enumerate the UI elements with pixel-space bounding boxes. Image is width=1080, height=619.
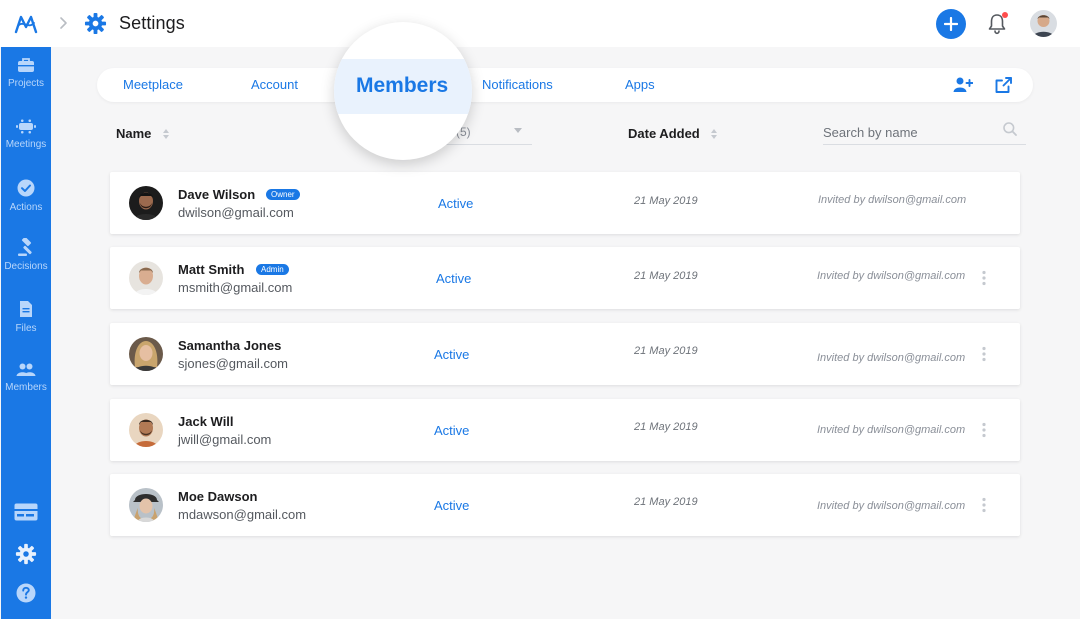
add-member-icon[interactable] bbox=[953, 76, 973, 94]
member-invited-by: Invited by dwilson@gmail.com bbox=[817, 500, 966, 512]
sidebar: Projects Meetings Actions Decisions File… bbox=[1, 47, 51, 619]
member-date-added: 21 May 2019 bbox=[634, 270, 698, 282]
member-invited-by: Invited by dwilson@gmail.com bbox=[817, 352, 966, 364]
page-title: Settings bbox=[119, 13, 185, 33]
avatar bbox=[129, 261, 163, 295]
file-icon bbox=[20, 301, 32, 317]
app-logo-icon[interactable] bbox=[14, 12, 38, 36]
tab-members-magnifier[interactable]: Members bbox=[334, 22, 472, 160]
add-button[interactable] bbox=[936, 9, 966, 39]
member-invited-by: Invited by dwilson@gmail.com bbox=[817, 424, 966, 436]
member-status[interactable]: Active bbox=[434, 347, 469, 362]
member-status[interactable]: Active bbox=[438, 196, 473, 211]
member-name: Samantha Jones bbox=[178, 338, 282, 353]
member-email: jwill@gmail.com bbox=[178, 432, 272, 447]
sidebar-item-label: Projects bbox=[7, 78, 45, 89]
member-row[interactable]: Jack Will jwill@gmail.com Active 21 May … bbox=[110, 399, 1020, 461]
top-bar: Settings bbox=[0, 0, 1080, 47]
member-row[interactable]: Dave Wilson Owner dwilson@gmail.com Acti… bbox=[110, 172, 1020, 234]
member-name: Dave Wilson bbox=[178, 187, 256, 202]
member-email: dwilson@gmail.com bbox=[178, 205, 294, 220]
sidebar-item-members[interactable]: Members bbox=[1, 363, 51, 393]
member-email: sjones@gmail.com bbox=[178, 356, 289, 371]
sidebar-settings-button[interactable] bbox=[1, 543, 51, 565]
sidebar-item-label: Meetings bbox=[5, 139, 47, 150]
tab-account[interactable]: Account bbox=[251, 77, 298, 92]
role-badge: Owner bbox=[266, 189, 300, 200]
sidebar-item-projects[interactable]: Projects bbox=[1, 57, 51, 89]
tab-members[interactable]: Members bbox=[356, 74, 448, 98]
member-status[interactable]: Active bbox=[436, 271, 471, 286]
caret-down-icon bbox=[514, 128, 522, 133]
member-email: mdawson@gmail.com bbox=[178, 507, 307, 522]
sidebar-item-label: Members bbox=[5, 382, 47, 393]
member-status[interactable]: Active bbox=[434, 498, 469, 513]
sidebar-help-button[interactable] bbox=[1, 583, 51, 603]
tab-notifications[interactable]: Notifications bbox=[482, 77, 553, 92]
avatar bbox=[129, 488, 163, 522]
user-avatar[interactable] bbox=[1030, 10, 1057, 37]
member-name: Jack Will bbox=[178, 414, 234, 429]
avatar bbox=[129, 186, 163, 220]
member-invited-by: Invited by dwilson@gmail.com bbox=[817, 270, 966, 282]
member-date-added: 21 May 2019 bbox=[634, 496, 698, 508]
gear-icon bbox=[15, 543, 37, 565]
role-badge: Admin bbox=[256, 264, 289, 275]
sidebar-item-label: Actions bbox=[9, 202, 43, 213]
tab-meetplace[interactable]: Meetplace bbox=[123, 77, 183, 92]
member-date-added: 21 May 2019 bbox=[634, 195, 698, 207]
member-row[interactable]: Matt Smith Admin msmith@gmail.com Active… bbox=[110, 247, 1020, 309]
card-icon bbox=[14, 503, 38, 521]
sidebar-item-label: Files bbox=[15, 323, 37, 334]
sidebar-item-files[interactable]: Files bbox=[1, 300, 51, 334]
gavel-icon bbox=[17, 238, 32, 256]
settings-tabs: Meetplace Account Notifications Apps bbox=[97, 68, 1033, 102]
member-email: msmith@gmail.com bbox=[178, 280, 293, 295]
tab-apps[interactable]: Apps bbox=[625, 77, 655, 92]
more-options-icon[interactable] bbox=[981, 497, 987, 513]
briefcase-icon bbox=[18, 58, 34, 72]
meeting-table-icon bbox=[16, 119, 36, 134]
more-options-icon[interactable] bbox=[981, 346, 987, 362]
sidebar-card-button[interactable] bbox=[1, 503, 51, 521]
column-header-name[interactable]: Name bbox=[116, 126, 151, 141]
member-row[interactable]: Moe Dawson mdawson@gmail.com Active 21 M… bbox=[110, 474, 1020, 536]
sort-icon[interactable] bbox=[710, 128, 718, 140]
more-options-icon[interactable] bbox=[981, 270, 987, 286]
sidebar-item-actions[interactable]: Actions bbox=[1, 179, 51, 213]
search-icon[interactable] bbox=[1003, 122, 1017, 136]
column-header-date-added[interactable]: Date Added bbox=[628, 126, 700, 141]
member-status[interactable]: Active bbox=[434, 423, 469, 438]
member-date-added: 21 May 2019 bbox=[634, 345, 698, 357]
member-search bbox=[823, 118, 1026, 145]
member-date-added: 21 May 2019 bbox=[634, 421, 698, 433]
member-name: Matt Smith bbox=[178, 262, 245, 277]
sidebar-item-meetings[interactable]: Meetings bbox=[1, 119, 51, 150]
plus-icon bbox=[944, 17, 958, 31]
more-options-icon[interactable] bbox=[981, 422, 987, 438]
help-icon bbox=[16, 583, 36, 603]
sidebar-item-decisions[interactable]: Decisions bbox=[1, 238, 51, 272]
share-icon[interactable] bbox=[994, 76, 1014, 94]
people-icon bbox=[16, 363, 36, 376]
member-name: Moe Dawson bbox=[178, 489, 258, 504]
avatar bbox=[129, 413, 163, 447]
search-input[interactable] bbox=[823, 122, 993, 142]
member-invited-by: Invited by dwilson@gmail.com bbox=[818, 194, 967, 206]
avatar bbox=[129, 337, 163, 371]
gear-icon bbox=[84, 12, 107, 35]
member-row[interactable]: Samantha Jones sjones@gmail.com Active 2… bbox=[110, 323, 1020, 385]
notification-dot bbox=[1002, 12, 1008, 18]
sidebar-item-label: Decisions bbox=[4, 261, 48, 272]
sort-icon[interactable] bbox=[162, 128, 170, 140]
chevron-right-icon bbox=[60, 17, 67, 29]
check-circle-icon bbox=[17, 179, 35, 197]
